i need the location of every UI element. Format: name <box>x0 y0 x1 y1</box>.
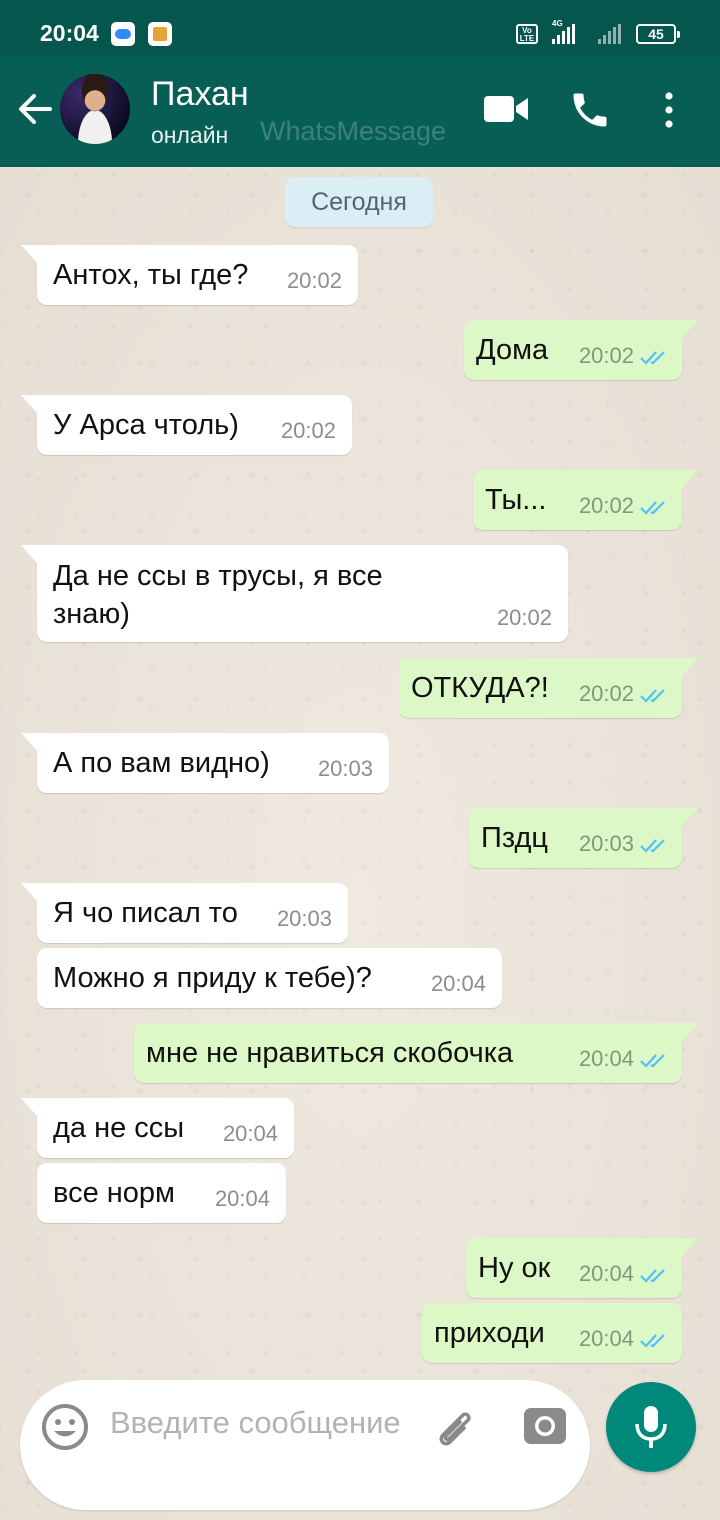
battery-icon: 45 <box>636 24 680 44</box>
message-time: 20:02 <box>578 343 634 368</box>
camera-icon[interactable] <box>522 1402 568 1448</box>
mic-icon <box>635 1406 667 1448</box>
more-vert-icon[interactable] <box>656 90 682 130</box>
message-text: Антох, ты где? <box>53 259 249 291</box>
message-text: Я чо писал то <box>53 897 238 929</box>
message-text: Можно я приду к тебе)? <box>53 962 372 994</box>
message-time: 20:02 <box>286 268 342 293</box>
message-text: Ну ок <box>478 1252 551 1284</box>
message-incoming[interactable]: Я чо писал то 20:03 <box>21 883 348 943</box>
message-incoming[interactable]: Антох, ты где? 20:02 <box>21 245 358 305</box>
status-bar: 20:04 Vo LTE 4G 45 <box>0 0 720 56</box>
message-incoming[interactable]: У Арса чтоль) 20:02 <box>21 395 352 455</box>
message-incoming[interactable]: Можно я приду к тебе)? 20:04 <box>37 948 502 1008</box>
message-text: Дома <box>476 334 549 366</box>
message-time: 20:02 <box>578 681 634 706</box>
back-arrow-icon[interactable] <box>14 86 56 132</box>
message-time: 20:04 <box>430 971 486 996</box>
message-outgoing[interactable]: ОТКУДА?! 20:02 <box>399 658 698 718</box>
attach-icon[interactable] <box>430 1402 480 1452</box>
message-outgoing[interactable]: приходи 20:04 <box>422 1303 682 1363</box>
game-app-icon <box>111 22 135 46</box>
message-incoming[interactable]: А по вам видно) 20:03 <box>21 733 389 793</box>
notification-app-icon <box>148 22 172 46</box>
signal-2-icon <box>598 24 621 44</box>
message-text: мне не нравиться скобочка <box>146 1037 514 1069</box>
message-text: У Арса чтоль) <box>53 409 239 441</box>
message-outgoing[interactable]: Ты... 20:02 <box>473 470 698 530</box>
watermark: WhatsMessage <box>260 116 447 146</box>
message-input[interactable] <box>110 1402 410 1492</box>
chat-area[interactable]: Сегодня Антох, ты где? 20:02 Дома 20:02 … <box>0 167 720 1520</box>
contact-avatar[interactable] <box>60 74 130 144</box>
mic-button[interactable] <box>606 1382 696 1472</box>
message-time: 20:04 <box>214 1186 270 1211</box>
date-chip: Сегодня <box>285 177 433 227</box>
message-time: 20:04 <box>578 1261 634 1286</box>
message-text: Ты... <box>485 484 547 516</box>
message-outgoing[interactable]: Ну ок 20:04 <box>466 1238 698 1298</box>
volte-icon: Vo LTE <box>516 24 538 44</box>
message-text: Пздц <box>481 822 549 854</box>
status-time: 20:04 <box>40 20 99 46</box>
message-time: 20:02 <box>280 418 336 443</box>
contact-status: онлайн <box>151 122 229 148</box>
contact-name[interactable]: Пахан <box>151 75 249 114</box>
message-time: 20:04 <box>578 1046 634 1071</box>
message-text: Да не ссы в трусы, я все знаю) <box>53 560 383 630</box>
message-time: 20:02 <box>578 493 634 518</box>
message-time: 20:04 <box>222 1121 278 1146</box>
message-outgoing[interactable]: Пздц 20:03 <box>469 808 698 868</box>
video-call-icon[interactable] <box>482 92 530 126</box>
double-check-icon <box>640 1269 665 1283</box>
message-incoming[interactable]: Да не ссы в трусы, я все знаю) 20:02 <box>21 545 568 642</box>
chat-header: Пахан онлайн WhatsMessage <box>0 56 720 167</box>
message-text: все норм <box>53 1177 175 1209</box>
message-time: 20:03 <box>317 756 373 781</box>
message-text: приходи <box>434 1317 545 1349</box>
double-check-icon <box>640 1334 665 1348</box>
message-outgoing[interactable]: Дома 20:02 <box>464 320 698 380</box>
double-check-icon <box>640 501 665 515</box>
signal-icon <box>552 24 575 44</box>
double-check-icon <box>640 1054 665 1068</box>
message-time: 20:04 <box>578 1326 634 1351</box>
message-text: да не ссы <box>53 1112 185 1144</box>
message-time: 20:03 <box>578 831 634 856</box>
double-check-icon <box>640 351 665 365</box>
message-incoming[interactable]: да не ссы 20:04 <box>21 1098 294 1158</box>
message-incoming[interactable]: все норм 20:04 <box>37 1163 286 1223</box>
message-outgoing[interactable]: мне не нравиться скобочка 20:04 <box>134 1023 698 1083</box>
double-check-icon <box>640 689 665 703</box>
message-time: 20:03 <box>276 906 332 931</box>
message-time: 20:02 <box>496 605 552 630</box>
double-check-icon <box>640 839 665 853</box>
message-text: ОТКУДА?! <box>411 672 549 704</box>
message-text: А по вам видно) <box>53 747 270 779</box>
phone-icon[interactable] <box>568 88 612 132</box>
emoji-icon[interactable] <box>40 1402 90 1452</box>
